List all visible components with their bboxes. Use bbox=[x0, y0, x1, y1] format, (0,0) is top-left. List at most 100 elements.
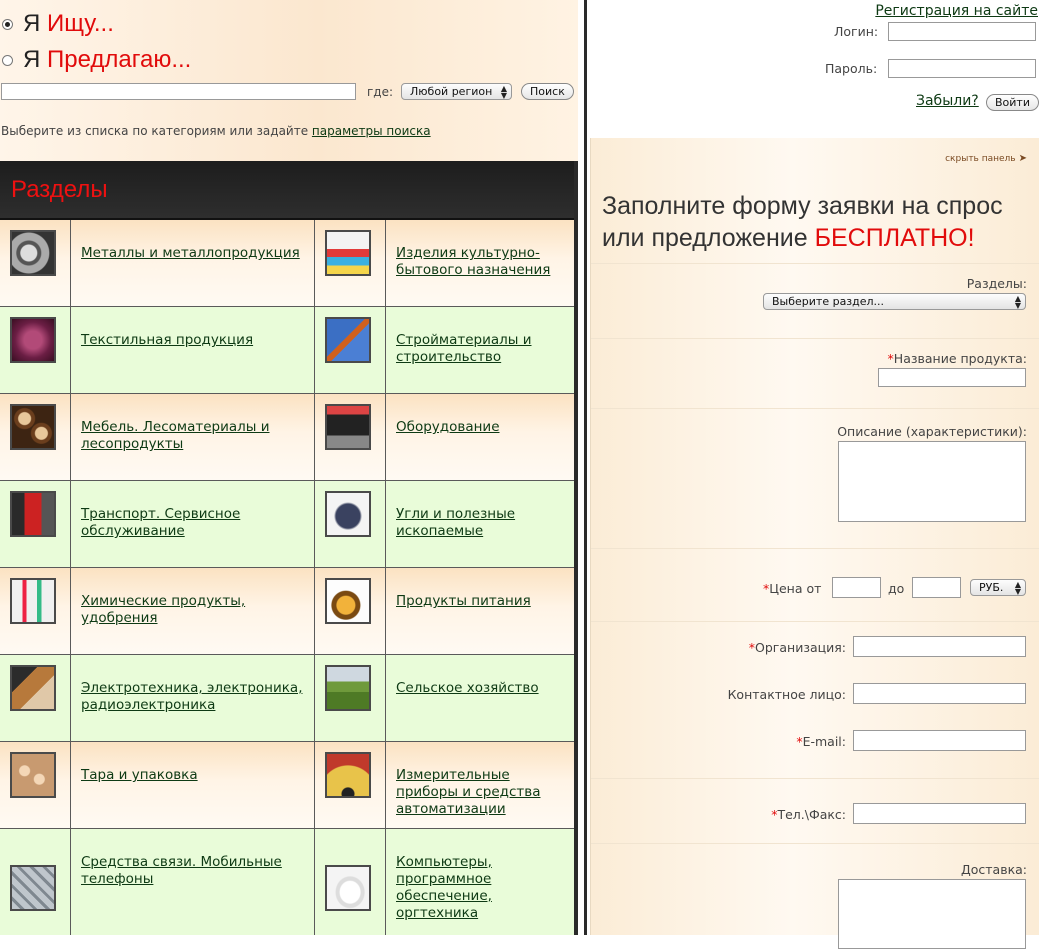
section-link[interactable]: Стройматериалы и строительство bbox=[396, 332, 571, 366]
contact-person-input[interactable] bbox=[853, 683, 1026, 704]
offer-radio[interactable] bbox=[2, 54, 13, 66]
section-link[interactable]: Оборудование bbox=[396, 419, 500, 436]
description-textarea[interactable] bbox=[838, 441, 1026, 522]
section-label-cell: Электротехника, электроника, радиоэлектр… bbox=[71, 655, 315, 741]
offer-label: Предлагаю... bbox=[47, 46, 192, 73]
section-link[interactable]: Измерительные приборы и средства автомат… bbox=[396, 767, 571, 818]
separator bbox=[591, 778, 1039, 779]
section-link[interactable]: Сельское хозяйство bbox=[396, 680, 539, 697]
sections-title: Разделы bbox=[11, 175, 108, 203]
password-label: Пароль: bbox=[825, 61, 878, 76]
section-link[interactable]: Электротехника, электроника, радиоэлектр… bbox=[81, 680, 314, 714]
login-button[interactable]: Войти bbox=[986, 94, 1039, 111]
currency-select[interactable]: РУБ. ▲ ▼ bbox=[970, 579, 1026, 596]
section-thumb-cell bbox=[0, 742, 71, 828]
option-seek[interactable]: Я Ищу... bbox=[2, 10, 114, 38]
email-label: *E-mail: bbox=[796, 734, 846, 749]
organization-input[interactable] bbox=[853, 636, 1026, 657]
section-label-cell: Транспорт. Сервисное обслуживание bbox=[71, 481, 315, 567]
hide-panel-link[interactable]: скрыть панель ➤ bbox=[945, 153, 1027, 164]
section-link[interactable]: Продукты питания bbox=[396, 593, 531, 610]
login-input[interactable] bbox=[888, 22, 1036, 41]
chevron-right-icon: ➤ bbox=[1018, 153, 1027, 164]
form-title: Заполните форму заявки на спрос или пред… bbox=[602, 190, 1003, 254]
household-goods-icon[interactable] bbox=[325, 230, 371, 276]
email-input[interactable] bbox=[853, 730, 1026, 751]
updown-arrow-icon: ▲ ▼ bbox=[1014, 294, 1021, 310]
form-title-exclaim: ! bbox=[967, 224, 975, 252]
separator bbox=[591, 621, 1039, 622]
section-row: Текстильная продукция Стройматериалы и ст… bbox=[0, 307, 574, 394]
construction-crane-icon[interactable] bbox=[325, 317, 371, 363]
packaging-box-icon[interactable] bbox=[10, 752, 56, 798]
form-title-free: БЕСПЛАТНО bbox=[814, 224, 968, 252]
section-thumb-cell bbox=[315, 655, 386, 741]
equipment-machine-icon[interactable] bbox=[325, 404, 371, 450]
product-label-text: Название продукта: bbox=[893, 351, 1027, 366]
gauge-meter-icon[interactable] bbox=[325, 752, 371, 798]
hint-text: Выберите из списка по категориям или зад… bbox=[1, 124, 312, 138]
form-title-line2: или предложение bbox=[602, 224, 815, 252]
phone-fax-input[interactable] bbox=[853, 803, 1026, 824]
updown-arrow-icon: ▲ ▼ bbox=[1014, 580, 1021, 596]
section-row: Мебель. Лесоматериалы и лесопродукты Обор… bbox=[0, 394, 574, 481]
section-thumb-cell bbox=[0, 220, 71, 306]
section-label-cell: Сельское хозяйство bbox=[386, 655, 571, 741]
metal-gears-icon[interactable] bbox=[10, 230, 56, 276]
section-link[interactable]: Средства связи. Мобильные телефоны bbox=[81, 854, 314, 888]
section-link[interactable]: Компьютеры, программное обеспечение, орг… bbox=[396, 854, 571, 922]
section-row: Химические продукты, удобрения Продукты п… bbox=[0, 568, 574, 655]
seek-radio[interactable] bbox=[2, 18, 13, 30]
region-select[interactable]: Любой регион ▲ ▼ bbox=[401, 83, 512, 100]
section-link[interactable]: Тара и упаковка bbox=[81, 767, 198, 784]
request-column: Регистрация на сайте Логин: Пароль: Забы… bbox=[590, 0, 1046, 949]
timber-logs-icon[interactable] bbox=[10, 404, 56, 450]
section-label-cell: Тара и упаковка bbox=[71, 742, 315, 828]
phone-keypad-icon[interactable] bbox=[10, 865, 56, 911]
chemical-bottles-icon[interactable] bbox=[10, 578, 56, 624]
truck-icon[interactable] bbox=[10, 491, 56, 537]
section-link[interactable]: Текстильная продукция bbox=[81, 332, 253, 349]
password-input[interactable] bbox=[888, 59, 1036, 78]
request-form-panel: скрыть панель ➤ Заполните форму заявки на… bbox=[590, 138, 1039, 949]
section-label-cell: Измерительные приборы и средства автомат… bbox=[386, 742, 571, 828]
section-link[interactable]: Мебель. Лесоматериалы и лесопродукты bbox=[81, 419, 314, 453]
sections-grid: Металлы и металлопродукция Изделия культу… bbox=[0, 220, 574, 935]
section-link[interactable]: Транспорт. Сервисное обслуживание bbox=[81, 506, 314, 540]
section-thumb-cell bbox=[0, 829, 71, 935]
org-label-text: Организация: bbox=[755, 640, 846, 655]
section-link[interactable]: Металлы и металлопродукция bbox=[81, 245, 300, 262]
food-fruit-icon[interactable] bbox=[325, 578, 371, 624]
contact-label: Контактное лицо: bbox=[727, 687, 846, 702]
search-hint: Выберите из списка по категориям или зад… bbox=[1, 124, 431, 138]
section-link[interactable]: Химические продукты, удобрения bbox=[81, 593, 314, 627]
price-to-input[interactable] bbox=[912, 577, 961, 598]
option-offer[interactable]: Я Предлагаю... bbox=[2, 46, 191, 74]
search-input[interactable] bbox=[1, 83, 356, 100]
search-button[interactable]: Поиск bbox=[521, 83, 574, 100]
section-thumb-cell bbox=[0, 481, 71, 567]
delivery-label: Доставка: bbox=[960, 862, 1027, 877]
computer-mouse-icon[interactable] bbox=[325, 865, 371, 911]
section-select[interactable]: Выберите раздел... ▲ ▼ bbox=[763, 293, 1026, 310]
forgot-password-link[interactable]: Забыли? bbox=[916, 93, 979, 109]
electronics-icon[interactable] bbox=[10, 665, 56, 711]
farm-field-icon[interactable] bbox=[325, 665, 371, 711]
search-params-link[interactable]: параметры поиска bbox=[312, 124, 431, 138]
section-thumb-cell bbox=[0, 307, 71, 393]
section-link[interactable]: Угли и полезные ископаемые bbox=[396, 506, 571, 540]
delivery-textarea[interactable] bbox=[838, 879, 1026, 949]
login-label: Логин: bbox=[834, 24, 879, 39]
coal-mineral-icon[interactable] bbox=[325, 491, 371, 537]
register-link[interactable]: Регистрация на сайте bbox=[875, 3, 1038, 19]
textile-fabric-icon[interactable] bbox=[10, 317, 56, 363]
price-from-text: Цена от bbox=[769, 581, 822, 596]
section-link[interactable]: Изделия культурно-бытового назначения bbox=[396, 245, 571, 279]
product-name-input[interactable] bbox=[878, 368, 1026, 387]
price-from-input[interactable] bbox=[832, 577, 881, 598]
section-thumb-cell bbox=[315, 394, 386, 480]
section-thumb-cell bbox=[315, 220, 386, 306]
currency-value: РУБ. bbox=[979, 581, 1004, 594]
updown-arrow-icon: ▲ ▼ bbox=[500, 84, 507, 100]
seek-label: Ищу... bbox=[47, 10, 114, 37]
